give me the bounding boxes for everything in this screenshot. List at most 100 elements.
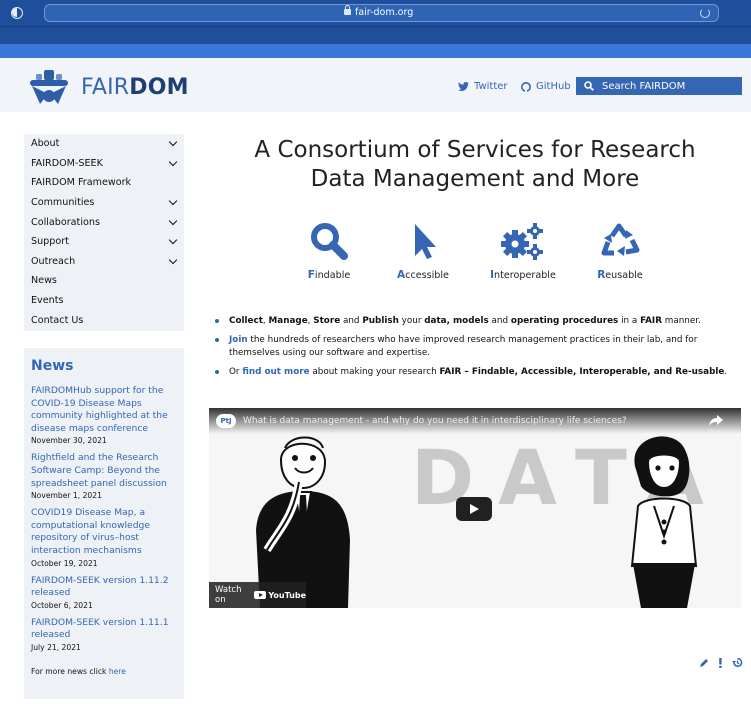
search-box[interactable] <box>576 77 742 95</box>
news-item-date: October 19, 2021 <box>31 558 98 568</box>
bold-text: Manage <box>268 316 308 326</box>
reload-icon[interactable] <box>700 8 710 18</box>
sidebar-item-collaborations[interactable]: Collaborations <box>24 212 184 232</box>
chevron-down-icon[interactable] <box>168 157 178 167</box>
fair-label: Interoperable <box>473 269 573 281</box>
fair-label: Reusable <box>570 269 670 281</box>
sidebar-item-label: Collaborations <box>31 216 100 228</box>
chevron-down-icon[interactable] <box>168 255 178 265</box>
chevron-down-icon[interactable] <box>168 236 178 245</box>
news-panel: News FAIRDOMHub support for the COVID-19… <box>24 348 184 699</box>
twitter-icon <box>458 82 469 91</box>
bold-text: Publish <box>362 316 399 326</box>
plain-text: in a <box>618 316 641 326</box>
sidebar-item-outreach[interactable]: Outreach <box>24 252 184 272</box>
sidebar-item-label: News <box>31 275 57 287</box>
more-news: For more news click here <box>31 667 177 676</box>
search-icon[interactable] <box>584 81 594 91</box>
join-link[interactable]: Join <box>229 335 248 345</box>
address-bar[interactable]: fair-dom.org <box>44 4 719 22</box>
fair-initial: A <box>397 269 406 281</box>
github-icon <box>521 81 531 92</box>
feature-list: Collect, Manage, Store and Publish your … <box>213 315 743 386</box>
title-line-2: Data Management and More <box>310 166 640 192</box>
sidebar-item-events[interactable]: Events <box>24 291 184 311</box>
brand-fair: FAIR <box>81 75 130 100</box>
title-line-1: A Consortium of Services for Research <box>254 137 696 163</box>
gears-icon <box>501 223 543 260</box>
video-title[interactable]: What is data management - and why do you… <box>243 416 627 426</box>
fair-findable: Findable <box>279 222 379 281</box>
plain-text: . <box>724 367 728 378</box>
news-item-date: July 21, 2021 <box>31 642 81 652</box>
news-item: FAIRDOMHub support for the COVID-19 Dise… <box>31 385 177 446</box>
address-url[interactable]: fair-dom.org <box>355 7 413 18</box>
fair-rest: ccessible <box>405 270 449 281</box>
news-heading: News <box>31 358 74 374</box>
history-icon[interactable] <box>732 657 743 671</box>
twitter-link[interactable]: Twitter <box>458 81 508 92</box>
fair-label: Findable <box>279 269 379 281</box>
sidebar-item-label: About <box>31 138 60 150</box>
sidebar-item-contact-us[interactable]: Contact Us <box>24 310 184 330</box>
sidebar-toggle-icon[interactable] <box>11 7 23 19</box>
sidebar-item-news[interactable]: News <box>24 271 184 291</box>
news-item-title[interactable]: FAIRDOM-SEEK version 1.11.2 released <box>31 575 177 600</box>
youtube-label: YouTube <box>268 590 306 600</box>
sidebar-item-fairdom-seek[interactable]: FAIRDOM-SEEK <box>24 154 184 174</box>
exclamation-icon[interactable] <box>718 657 723 671</box>
watch-on-label: Watch on <box>215 585 242 605</box>
find-out-more-link[interactable]: find out more <box>242 367 309 377</box>
sidebar-item-label: Contact Us <box>31 314 84 326</box>
magnifier-icon <box>311 223 348 260</box>
fair-accessible: Accessible <box>373 222 473 281</box>
share-button[interactable]: Share <box>707 415 725 436</box>
news-item: COVID19 Disease Map, a computational kno… <box>31 507 177 568</box>
chevron-down-icon[interactable] <box>168 196 178 206</box>
brand-name[interactable]: FAIRDOM <box>81 75 189 100</box>
brand-dom: DOM <box>129 75 189 100</box>
plain-text: your <box>398 316 425 326</box>
pointer-icon <box>415 224 436 259</box>
news-item-title[interactable]: Rightfield and the Research Software Cam… <box>31 452 177 490</box>
sidebar-item-label: FAIRDOM Framework <box>31 177 132 189</box>
plain-text: the hundreds of researchers who have imp… <box>229 335 698 358</box>
page-title: A Consortium of Services for Research Da… <box>200 136 750 194</box>
share-label: Share <box>707 429 725 436</box>
share-icon <box>709 415 723 426</box>
fair-label: Accessible <box>373 269 473 281</box>
sidebar-nav: About FAIRDOM-SEEK FAIRDOM Framework Com… <box>24 134 184 331</box>
github-link[interactable]: GitHub <box>521 81 571 92</box>
news-item-title[interactable]: FAIRDOM-SEEK version 1.11.1 released <box>31 617 177 642</box>
chevron-down-icon[interactable] <box>168 216 178 225</box>
plain-text: Or <box>229 367 243 378</box>
pencil-icon[interactable] <box>699 658 709 671</box>
sidebar-item-about[interactable]: About <box>24 134 184 154</box>
fair-rest: nteroperable <box>494 270 556 281</box>
bold-text: FAIR – Findable, Accessible, Interoperab… <box>439 367 725 378</box>
news-item-title[interactable]: COVID19 Disease Map, a computational kno… <box>31 507 177 557</box>
news-item-date: November 30, 2021 <box>31 436 107 446</box>
chevron-down-icon[interactable] <box>168 138 178 147</box>
plain-text: and <box>340 316 363 326</box>
search-input[interactable] <box>602 80 732 92</box>
woman-illustration-icon <box>630 436 698 608</box>
bold-text: operating procedures <box>510 316 619 326</box>
sidebar-item-label: Outreach <box>31 255 76 267</box>
youtube-logo-icon: YouTube <box>254 591 306 600</box>
sidebar-item-fairdom-framework[interactable]: FAIRDOM Framework <box>24 173 184 193</box>
plain-text: about making your research <box>309 367 440 378</box>
plain-text: and <box>488 316 511 326</box>
sidebar-item-support[interactable]: Support <box>24 232 184 252</box>
news-item-title[interactable]: FAIRDOMHub support for the COVID-19 Dise… <box>31 385 177 435</box>
fairdom-logo-icon[interactable] <box>26 68 72 108</box>
sidebar-item-communities[interactable]: Communities <box>24 193 184 213</box>
feature-item: Collect, Manage, Store and Publish your … <box>213 315 743 327</box>
watch-on-youtube-button[interactable]: Watch on YouTube <box>209 582 306 608</box>
play-button[interactable] <box>456 497 492 521</box>
video-embed[interactable]: DATA PtJ What is data management - and w… <box>209 408 741 608</box>
fair-interoperable: Interoperable <box>473 222 573 281</box>
channel-avatar[interactable]: PtJ <box>216 414 236 428</box>
more-news-link[interactable]: here <box>109 667 126 676</box>
lock-icon <box>344 5 351 15</box>
